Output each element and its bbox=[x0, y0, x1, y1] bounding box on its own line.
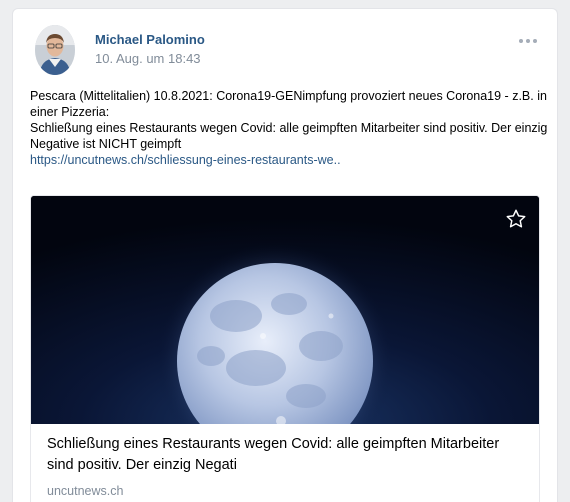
star-icon[interactable] bbox=[505, 208, 527, 230]
card-body[interactable]: Schließung eines Restaurants wegen Covid… bbox=[31, 424, 539, 498]
full-moon-image[interactable] bbox=[31, 196, 539, 424]
post-text-line: Pescara (Mittelitalien) 10.8.2021: Coron… bbox=[30, 89, 547, 119]
post-link[interactable]: https://uncutnews.ch/schliessung-eines-r… bbox=[30, 153, 341, 167]
card-title[interactable]: Schließung eines Restaurants wegen Covid… bbox=[47, 434, 523, 476]
post-text-line: Schließung eines Restaurants wegen Covid… bbox=[30, 121, 548, 151]
more-options-icon[interactable] bbox=[519, 39, 537, 43]
card-source: uncutnews.ch bbox=[47, 484, 124, 498]
post-date[interactable]: 10. Aug. um 18:43 bbox=[95, 51, 201, 66]
post-card: Michael Palomino 10. Aug. um 18:43 Pesca… bbox=[12, 8, 558, 502]
author-name[interactable]: Michael Palomino bbox=[95, 32, 205, 47]
link-preview-card[interactable]: Schließung eines Restaurants wegen Covid… bbox=[30, 195, 540, 502]
post-text: Pescara (Mittelitalien) 10.8.2021: Coron… bbox=[30, 88, 550, 168]
avatar[interactable] bbox=[35, 25, 75, 75]
